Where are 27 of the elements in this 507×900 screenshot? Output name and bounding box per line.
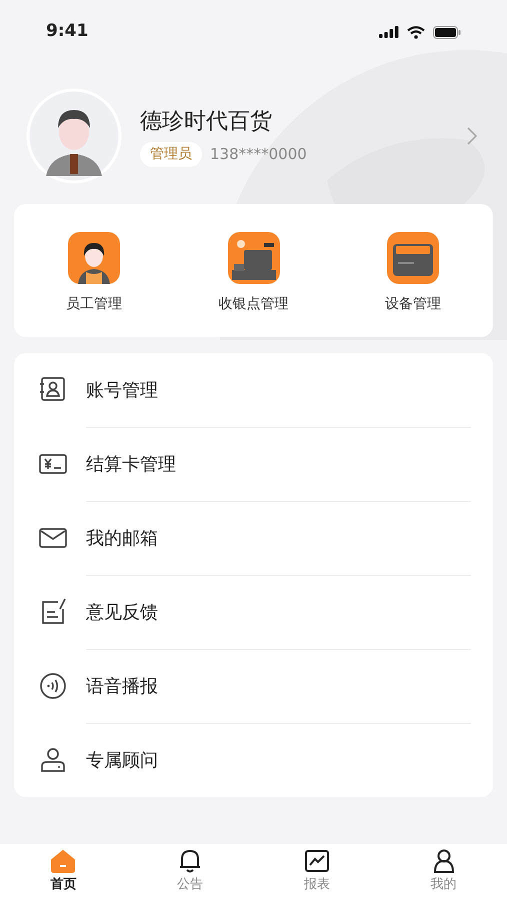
staff-app-icon[interactable] [68, 232, 120, 284]
person-icon [38, 745, 68, 775]
store-name: 德珍时代百货 [140, 108, 273, 136]
menu-item[interactable]: 结算卡管理 [86, 451, 176, 478]
menu-item[interactable]: 语音播报 [86, 673, 158, 700]
device-app-icon[interactable] [387, 232, 440, 284]
tab-button[interactable]: 公告 [126, 844, 254, 900]
home-icon [50, 848, 76, 874]
chart-icon [304, 848, 330, 874]
tab-button[interactable]: 报表 [254, 844, 380, 900]
signal-icon [379, 26, 399, 38]
status-time: 9:41 [46, 20, 88, 44]
sound-icon [38, 671, 68, 701]
menu-item[interactable]: 意见反馈 [86, 599, 158, 626]
wifi-icon [407, 26, 425, 38]
menu-item[interactable]: 我的邮箱 [86, 525, 158, 552]
register-app-icon[interactable] [228, 232, 280, 284]
action-label[interactable]: 收银点管理 [218, 294, 288, 315]
tab-button[interactable]: 首页 [0, 844, 127, 900]
menu-item[interactable]: 账号管理 [86, 376, 158, 404]
phone-number: 138****0000 [210, 144, 307, 166]
role-badge: 管理员 [140, 142, 202, 167]
battery-icon [433, 26, 461, 38]
menu-item[interactable]: 专属顾问 [86, 747, 158, 774]
tab-button[interactable]: 我的 [380, 844, 507, 900]
action-label[interactable]: 设备管理 [385, 294, 442, 315]
action-label[interactable]: 员工管理 [66, 294, 122, 315]
